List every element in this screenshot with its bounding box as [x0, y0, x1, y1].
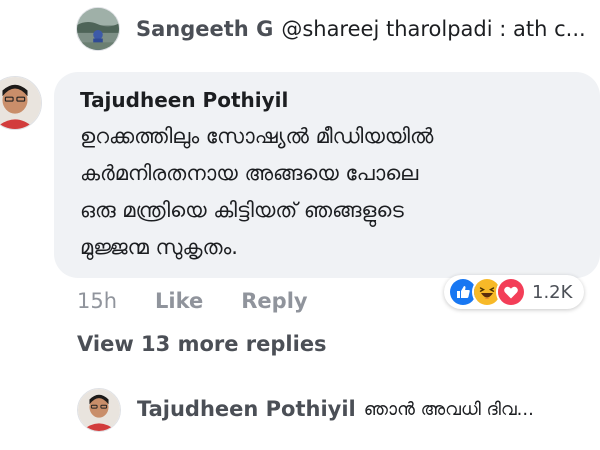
comment-author-name[interactable]: Tajudheen Pothiyil — [80, 86, 580, 114]
comment-text-line: ഉറക്കത്തിലും സോഷ്യൽ മീഡിയയിൽ — [80, 124, 434, 148]
reactions-summary[interactable]: 1.2K — [444, 275, 585, 309]
reply-preview[interactable]: Tajudheen Pothiyil ഞാൻ അവധി ദിവ... — [121, 384, 534, 434]
reply-author-name[interactable]: Tajudheen Pothiyil — [137, 397, 356, 421]
like-button[interactable]: Like — [155, 289, 203, 313]
reply-button[interactable]: Reply — [241, 289, 307, 313]
comment-text: ഉറക്കത്തിലും സോഷ്യൽ മീഡിയയിൽ കർമനിരതനായ … — [80, 118, 580, 266]
comment-text-line: ഒരു മന്ത്രിയെ കിട്ടിയത് ഞങ്ങളുടെ — [80, 198, 404, 222]
reply-snippet: @shareej tharolpadi : ath c... — [281, 17, 586, 41]
comment-text-line: മുജ്ജന്മ സുകൃതം. — [80, 235, 238, 259]
reaction-count: 1.2K — [532, 281, 573, 303]
reply-preview[interactable]: Sangeeth G @shareej tharolpadi : ath c..… — [76, 4, 586, 54]
view-more-replies-link[interactable]: View 13 more replies — [77, 332, 327, 356]
comment-thread: Sangeeth G @shareej tharolpadi : ath c..… — [0, 0, 600, 450]
reply-snippet: ഞാൻ അവധി ദിവ... — [363, 398, 534, 420]
avatar-photo-icon — [0, 77, 41, 129]
reply-author-name[interactable]: Sangeeth G — [136, 17, 273, 41]
avatar[interactable] — [77, 388, 121, 432]
love-icon — [496, 277, 526, 307]
comment-timestamp[interactable]: 15h — [77, 289, 117, 313]
comment-actions: 15h Like Reply — [77, 284, 308, 318]
avatar[interactable] — [0, 76, 42, 130]
avatar-photo-icon — [78, 389, 120, 431]
comment-text-line: കർമനിരതനായ അങ്ങയെ പോലെ — [80, 161, 419, 185]
comment-bubble: Tajudheen Pothiyil ഉറക്കത്തിലും സോഷ്യൽ മ… — [54, 72, 600, 278]
